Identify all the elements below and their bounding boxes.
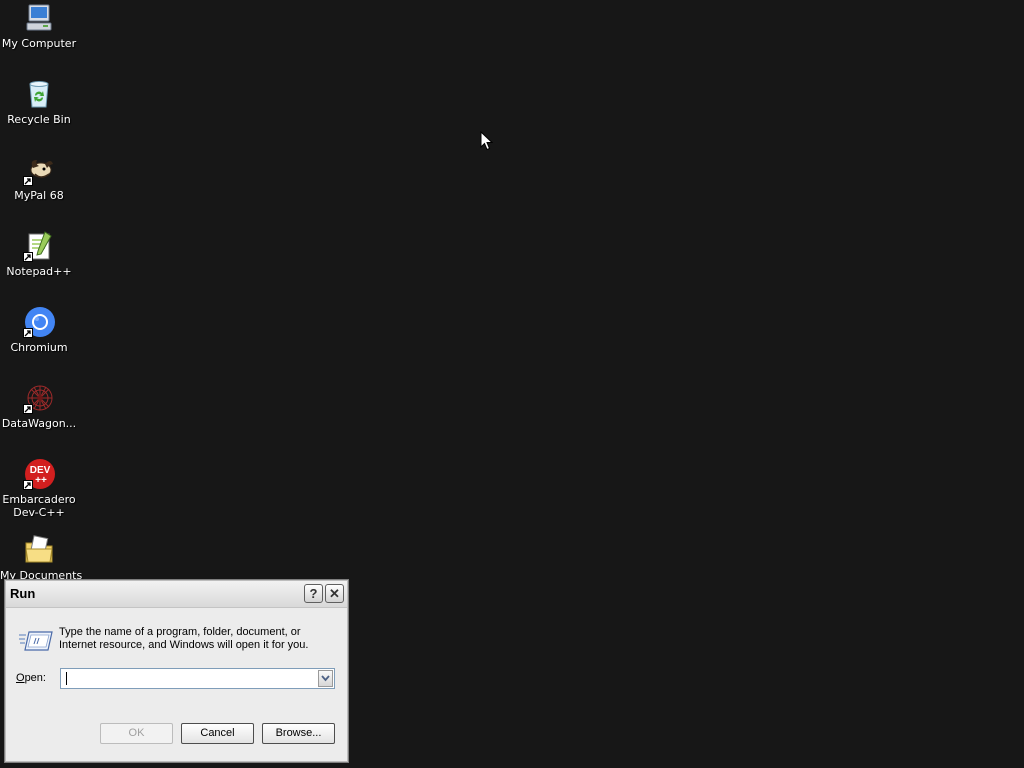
desktop: My Computer Recycle Bin MyPal 68 Notepad…	[0, 0, 1024, 768]
open-dropdown-button[interactable]	[318, 670, 333, 687]
recycle-bin-icon	[23, 78, 55, 110]
run-dialog-description: Type the name of a program, folder, docu…	[59, 626, 309, 651]
run-dialog: Run ? ✕ Type the name of a program, fold…	[4, 579, 349, 763]
notepad-plus-plus-icon	[23, 230, 55, 262]
chevron-down-icon	[321, 675, 330, 682]
desktop-icon-label: Chromium	[10, 341, 68, 354]
help-button[interactable]: ?	[304, 584, 323, 603]
desktop-icon-my-documents[interactable]: My Documents	[0, 534, 82, 582]
run-dialog-titlebar[interactable]: Run ? ✕	[6, 581, 347, 608]
chromium-icon	[23, 306, 55, 338]
shortcut-arrow-icon	[23, 404, 33, 414]
shortcut-arrow-icon	[23, 252, 33, 262]
desktop-icon-notepad-plus-plus[interactable]: Notepad++	[0, 230, 78, 278]
open-input[interactable]	[63, 670, 317, 687]
desktop-icon-recycle-bin[interactable]: Recycle Bin	[0, 78, 78, 126]
my-computer-icon	[23, 2, 55, 34]
help-icon: ?	[309, 586, 318, 601]
desktop-icon-label: Recycle Bin	[7, 113, 71, 126]
desktop-icon-my-computer[interactable]: My Computer	[0, 2, 78, 50]
mouse-pointer-icon	[480, 131, 493, 151]
desktop-icon-dev-cpp[interactable]: DEV ++ Embarcadero Dev-C++	[0, 458, 78, 519]
dev-cpp-icon-text: ++	[35, 475, 47, 486]
text-caret	[66, 672, 67, 685]
desktop-icon-label: Embarcadero	[2, 493, 76, 506]
shortcut-arrow-icon	[23, 328, 33, 338]
desktop-icon-label: Dev-C++	[13, 506, 65, 519]
desktop-icon-label: Notepad++	[6, 265, 72, 278]
shortcut-arrow-icon	[23, 176, 33, 186]
close-button[interactable]: ✕	[325, 584, 344, 603]
run-icon	[19, 631, 53, 651]
shortcut-arrow-icon	[23, 480, 33, 490]
datawagon-icon	[23, 382, 55, 414]
desktop-icon-chromium[interactable]: Chromium	[0, 306, 78, 354]
mypal-icon	[23, 154, 55, 186]
open-label-accelerator: O	[16, 672, 25, 684]
desktop-icon-label: My Computer	[1, 37, 77, 50]
browse-button[interactable]: Browse...	[262, 723, 335, 744]
open-label-text: pen:	[24, 672, 46, 684]
run-dialog-title: Run	[10, 586, 36, 601]
open-field-label: Open:	[16, 672, 46, 684]
my-documents-icon	[23, 534, 55, 566]
close-icon: ✕	[329, 586, 340, 601]
desktop-icon-datawagon[interactable]: DataWagon...	[0, 382, 78, 430]
desktop-icon-label: MyPal 68	[14, 189, 64, 202]
desktop-icon-label: DataWagon...	[1, 417, 77, 430]
ok-button[interactable]: OK	[100, 723, 173, 744]
desktop-icon-mypal[interactable]: MyPal 68	[0, 154, 78, 202]
open-combobox[interactable]	[60, 668, 335, 689]
dev-cpp-icon: DEV ++	[23, 458, 55, 490]
cancel-button[interactable]: Cancel	[181, 723, 254, 744]
